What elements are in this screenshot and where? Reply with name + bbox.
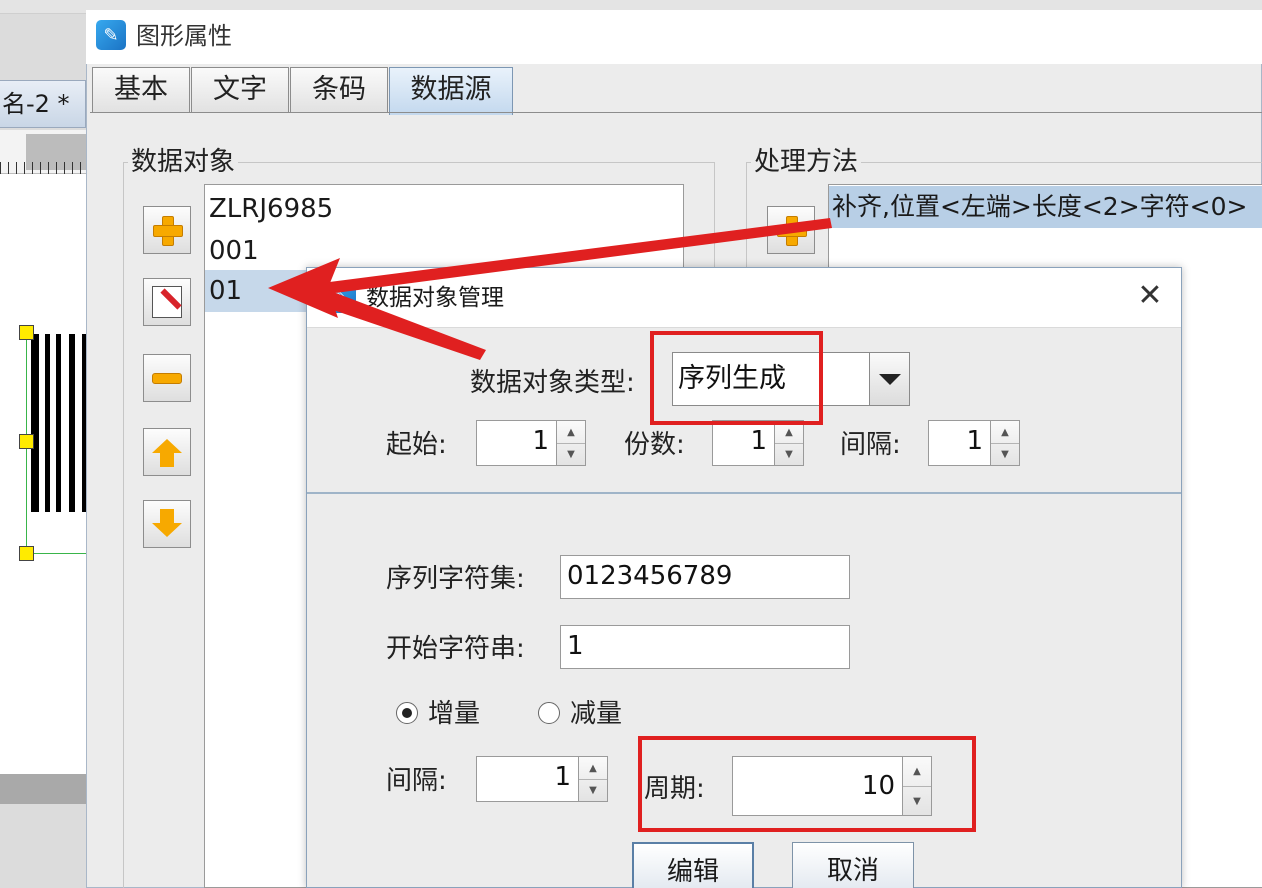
dialog-title: 数据对象管理 xyxy=(366,285,504,311)
list-item[interactable]: ZLRJ6985 xyxy=(205,188,683,230)
edit-icon xyxy=(152,286,182,318)
list-item[interactable]: 001 xyxy=(205,230,683,272)
data-objects-group-title: 数据对象 xyxy=(128,147,239,177)
move-up-button[interactable] xyxy=(143,428,191,476)
spin-down-icon[interactable]: ▼ xyxy=(557,443,585,465)
add-data-object-button[interactable] xyxy=(143,206,191,254)
app-logo-icon: ✎ xyxy=(96,20,126,50)
tab-underline xyxy=(90,112,1262,113)
plus-icon xyxy=(152,215,183,246)
annotation-highlight-type xyxy=(650,331,823,425)
cancel-button[interactable]: 取消 xyxy=(792,842,914,888)
minus-icon xyxy=(152,372,182,384)
spin-down-icon[interactable]: ▼ xyxy=(991,443,1019,465)
chevron-down-icon xyxy=(878,373,901,385)
start-string-input[interactable]: 1 xyxy=(560,625,850,669)
add-processing-method-button[interactable] xyxy=(767,206,815,254)
processing-method-item[interactable]: 补齐,位置<左端>长度<2>字符<0> xyxy=(829,186,1262,228)
barcode-bar xyxy=(69,334,75,512)
tab-barcode[interactable]: 条码 xyxy=(290,67,388,113)
ruler-ticks xyxy=(0,162,90,174)
edit-data-object-button[interactable] xyxy=(143,278,191,326)
move-down-button[interactable] xyxy=(143,500,191,548)
start-label: 起始: xyxy=(386,430,447,460)
arrow-down-icon xyxy=(152,509,182,537)
interval-spinner[interactable]: ▲ ▼ xyxy=(990,420,1020,466)
spin-up-icon[interactable]: ▲ xyxy=(557,421,585,443)
data-object-type-label: 数据对象类型: xyxy=(470,368,635,398)
step-interval-label: 间隔: xyxy=(386,766,447,796)
canvas-bottom-area xyxy=(0,774,90,804)
spin-up-icon[interactable]: ▲ xyxy=(991,421,1019,443)
annotation-highlight-period xyxy=(638,736,976,832)
spin-down-icon[interactable]: ▼ xyxy=(579,779,607,801)
tab-text[interactable]: 文字 xyxy=(191,67,289,113)
decrement-label[interactable]: 减量 xyxy=(570,697,622,731)
tab-datasource[interactable]: 数据源 xyxy=(389,67,513,115)
resize-handle[interactable] xyxy=(19,325,34,340)
tab-basic[interactable]: 基本 xyxy=(92,67,190,113)
barcode-bar xyxy=(45,334,50,512)
barcode-element[interactable] xyxy=(26,332,90,554)
dialog-title: 图形属性 xyxy=(136,22,232,50)
arrow-up-icon xyxy=(152,439,182,467)
copies-label: 份数: xyxy=(624,430,685,460)
start-string-label: 开始字符串: xyxy=(386,634,525,664)
increment-label[interactable]: 增量 xyxy=(428,697,480,731)
resize-handle[interactable] xyxy=(19,434,34,449)
spin-up-icon[interactable]: ▲ xyxy=(579,757,607,779)
barcode-bar xyxy=(31,334,39,512)
dropdown-button[interactable] xyxy=(869,353,909,405)
processing-method-group-title: 处理方法 xyxy=(751,147,862,177)
document-tab[interactable]: 名-2 * xyxy=(0,80,86,128)
copies-spinner[interactable]: ▲ ▼ xyxy=(774,420,804,466)
remove-data-object-button[interactable] xyxy=(143,354,191,402)
app-logo-icon: ✎ xyxy=(326,283,356,313)
dialog-titlebar[interactable] xyxy=(86,10,1262,64)
plus-icon xyxy=(776,215,807,246)
edit-button[interactable]: 编辑 xyxy=(632,842,754,888)
start-spinner[interactable]: ▲ ▼ xyxy=(556,420,586,466)
decrement-radio[interactable] xyxy=(538,702,560,724)
charset-input[interactable]: 0123456789 xyxy=(560,555,850,599)
charset-label: 序列字符集: xyxy=(386,564,525,594)
step-interval-spinner[interactable]: ▲ ▼ xyxy=(578,756,608,802)
spin-down-icon[interactable]: ▼ xyxy=(775,443,803,465)
barcode-bar xyxy=(56,334,61,512)
resize-handle[interactable] xyxy=(19,546,34,561)
close-icon[interactable]: ✕ xyxy=(1134,280,1166,312)
interval-label: 间隔: xyxy=(840,430,901,460)
increment-radio[interactable] xyxy=(396,702,418,724)
section-divider xyxy=(307,492,1181,494)
